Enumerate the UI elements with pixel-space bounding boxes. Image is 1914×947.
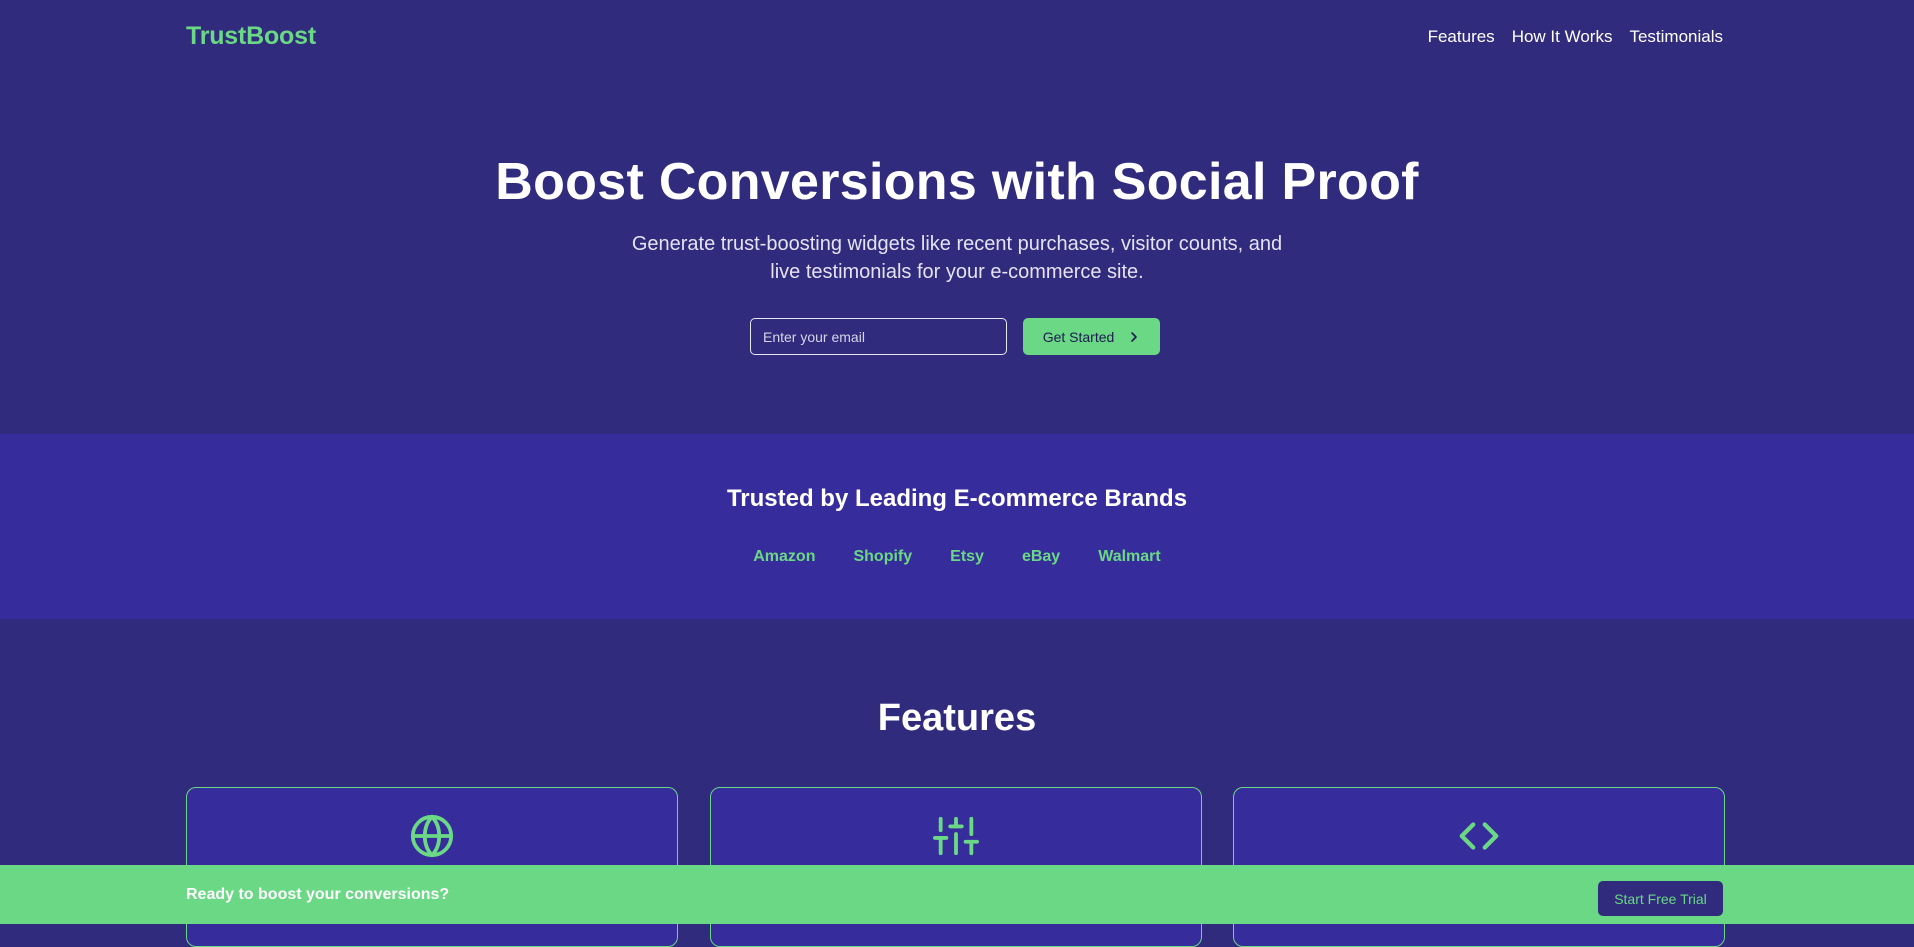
- brand-amazon: Amazon: [753, 548, 816, 565]
- site-header: TrustBoost Features How It Works Testimo…: [0, 0, 1914, 74]
- trusted-title: Trusted by Leading E-commerce Brands: [726, 485, 1188, 512]
- main-nav: Features How It Works Testimonials: [1428, 27, 1723, 47]
- cta-bar-text: Ready to boost your conversions?: [186, 886, 450, 903]
- features-title: Features: [877, 697, 1037, 739]
- nav-link-testimonials[interactable]: Testimonials: [1629, 27, 1723, 47]
- hero-subtitle: Generate trust-boosting widgets like rec…: [631, 233, 1283, 283]
- signup-form: Get Started: [750, 318, 1160, 355]
- hero-section: Boost Conversions with Social Proof Gene…: [0, 74, 1914, 434]
- brand-ebay: eBay: [1021, 548, 1061, 565]
- brand-walmart: Walmart: [1098, 548, 1161, 565]
- globe-icon: [410, 814, 454, 858]
- code-icon: [1459, 822, 1499, 850]
- nav-link-how-it-works[interactable]: How It Works: [1512, 27, 1613, 47]
- chevron-right-icon: [1131, 331, 1138, 342]
- get-started-label: Get Started: [1042, 328, 1115, 345]
- brand-shopify: Shopify: [853, 548, 913, 565]
- start-free-trial-button[interactable]: Start Free Trial: [1598, 881, 1723, 916]
- sliders-icon: [933, 816, 979, 856]
- email-input[interactable]: [750, 318, 1007, 355]
- hero-title: Boost Conversions with Social Proof: [495, 153, 1419, 211]
- nav-link-features[interactable]: Features: [1428, 27, 1495, 47]
- sticky-cta-bar: Ready to boost your conversions? Start F…: [0, 865, 1914, 924]
- get-started-button[interactable]: Get Started: [1023, 318, 1160, 355]
- trusted-brands-section: Trusted by Leading E-commerce Brands Ama…: [0, 434, 1914, 619]
- brand-list: Amazon Shopify Etsy eBay Walmart: [0, 548, 1914, 566]
- logo[interactable]: TrustBoost: [186, 22, 316, 51]
- brand-etsy: Etsy: [950, 548, 984, 565]
